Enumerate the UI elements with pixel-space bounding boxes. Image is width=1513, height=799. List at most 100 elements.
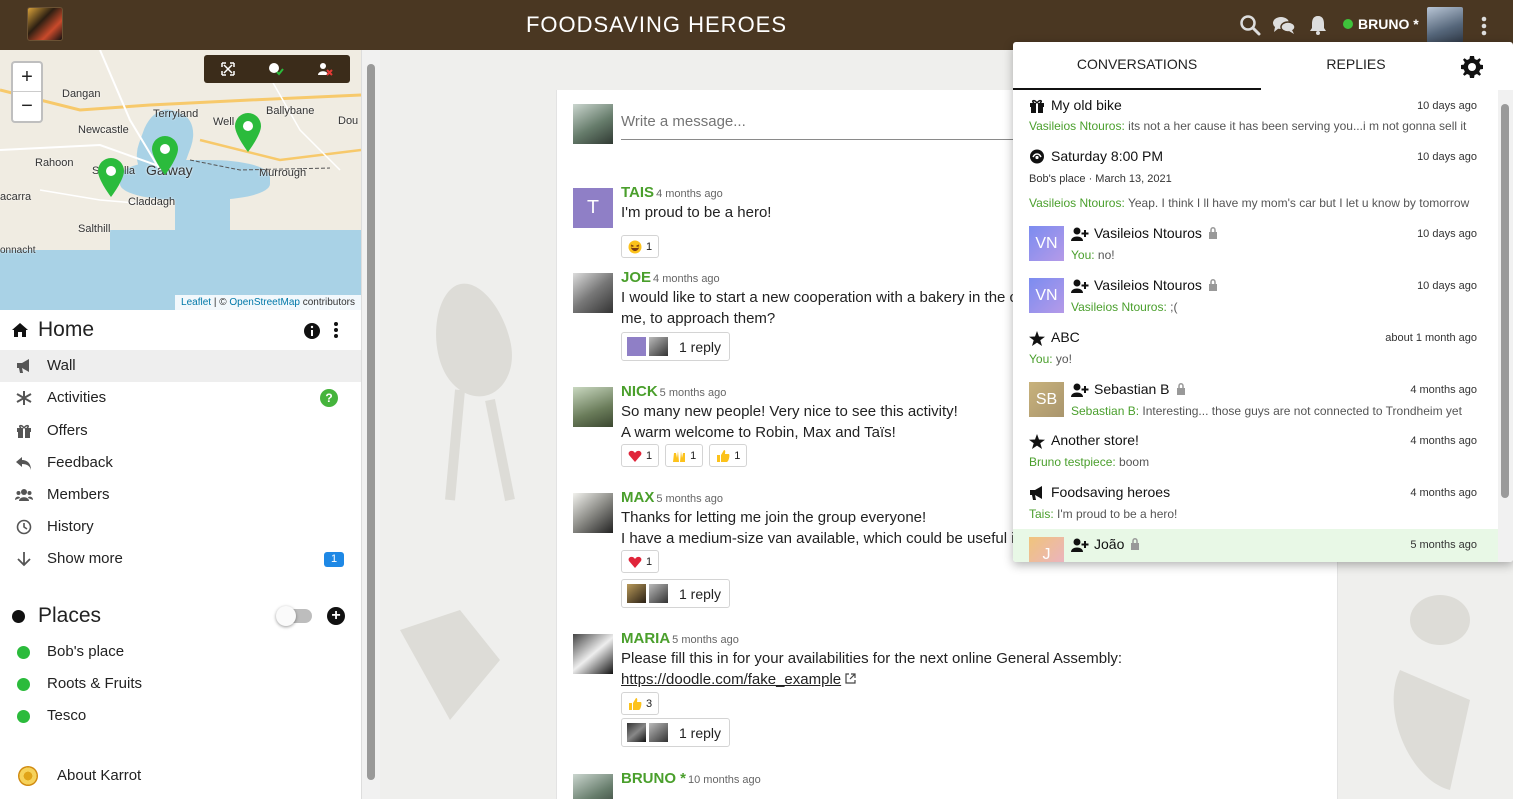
message-author[interactable]: BRUNO * xyxy=(621,770,686,787)
osm-link[interactable]: OpenStreetMap xyxy=(229,297,300,308)
conversation-item[interactable]: VN Vasileios Ntouros 10 days ago You: no… xyxy=(1013,218,1498,270)
sidebar-item-activities[interactable]: Activities ? xyxy=(0,382,361,414)
user-status[interactable]: BRUNO * xyxy=(1343,16,1419,32)
info-icon[interactable] xyxy=(303,322,321,340)
page-title: FOODSAVING HEROES xyxy=(525,12,788,37)
reaction-button[interactable]: 1 xyxy=(621,550,660,573)
place-status-dot xyxy=(17,710,30,723)
map-label: Dou xyxy=(338,115,359,127)
conversation-item[interactable]: Saturday 8:00 PM 10 days ago Bob's place… xyxy=(1013,141,1498,218)
conversation-item[interactable]: ABC about 1 month ago You: yo! xyxy=(1013,322,1498,374)
avatar[interactable] xyxy=(573,493,613,533)
reaction-button[interactable]: 1 xyxy=(709,444,748,467)
avatar[interactable]: T xyxy=(573,188,613,228)
message-author[interactable]: NICK xyxy=(621,383,658,400)
places-header[interactable]: Places + xyxy=(0,598,361,634)
conversation-item[interactable]: Foodsaving heroes 4 months ago Tais: I'm… xyxy=(1013,477,1498,529)
sidebar-item-label: Members xyxy=(47,486,110,503)
help-badge[interactable]: ? xyxy=(320,389,338,407)
avatar[interactable] xyxy=(573,387,613,427)
reaction-button[interactable]: 1 xyxy=(621,235,660,258)
map-label: Murrough xyxy=(259,167,307,179)
hide-members-icon[interactable] xyxy=(317,62,334,76)
conversation-preview: Tais: I'm proud to be a hero! xyxy=(1029,507,1178,521)
conversation-item[interactable]: My old bike 10 days ago Vasileios Ntouro… xyxy=(1013,90,1498,141)
message-time: 5 months ago xyxy=(659,387,727,399)
show-places-icon[interactable] xyxy=(268,62,284,76)
place-marker-icon[interactable] xyxy=(150,134,180,176)
sidebar-item-history[interactable]: History xyxy=(0,511,361,543)
lock-icon xyxy=(1131,538,1140,550)
show-all-places-toggle[interactable] xyxy=(276,606,312,626)
sidebar: Dangan Terryland Ballybane Newcastle Wel… xyxy=(0,50,361,799)
map-label: Claddagh xyxy=(128,196,176,208)
sidebar-item-members[interactable]: Members xyxy=(0,479,361,511)
thread-reply-button[interactable]: 1 reply xyxy=(621,579,731,608)
heart-emoji-icon xyxy=(628,450,642,462)
conversation-item[interactable]: VN Vasileios Ntouros 10 days ago Vasilei… xyxy=(1013,270,1498,322)
expand-icon[interactable] xyxy=(220,62,235,76)
zoom-out-button[interactable]: − xyxy=(13,92,41,121)
reaction-button[interactable]: 1 xyxy=(665,444,704,467)
message-time: 10 months ago xyxy=(688,774,761,786)
reaction-button[interactable]: 3 xyxy=(621,692,660,715)
sidebar-item-offers[interactable]: Offers xyxy=(0,415,361,447)
message-author[interactable]: MARIA xyxy=(621,630,670,647)
more-vert-icon[interactable] xyxy=(1476,15,1492,37)
conversation-item[interactable]: Another store! 4 months ago Bruno testpi… xyxy=(1013,425,1498,477)
message-meta: MAX 5 months ago xyxy=(621,489,723,506)
conversation-list: My old bike 10 days ago Vasileios Ntouro… xyxy=(1013,90,1498,562)
avatar xyxy=(627,723,646,742)
sidebar-item-place[interactable]: Tesco xyxy=(0,700,361,732)
place-marker-icon[interactable] xyxy=(233,111,263,153)
zoom-in-button[interactable]: + xyxy=(13,63,41,92)
search-icon[interactable] xyxy=(1239,14,1261,36)
home-header[interactable]: Home xyxy=(0,310,361,350)
sidebar-item-wall[interactable]: Wall xyxy=(0,350,361,382)
conversation-time: about 1 month ago xyxy=(1385,332,1477,344)
sidebar-item-show-more[interactable]: Show more 1 xyxy=(0,543,361,575)
reply-count: 1 reply xyxy=(679,724,722,741)
message-meta: JOE 4 months ago xyxy=(621,269,720,286)
conversation-title: Foodsaving heroes xyxy=(1051,484,1171,500)
conversation-item[interactable]: SB Sebastian B 4 months ago Sebastian B:… xyxy=(1013,374,1498,425)
message-author[interactable]: TAIS xyxy=(621,184,654,201)
sidebar-item-feedback[interactable]: Feedback xyxy=(0,447,361,479)
gear-icon[interactable] xyxy=(1460,55,1484,79)
thread-reply-button[interactable]: 1 reply xyxy=(621,718,731,747)
avatar[interactable] xyxy=(573,634,613,674)
bell-icon[interactable] xyxy=(1307,14,1329,36)
gift-icon xyxy=(1030,99,1044,113)
tab-conversations[interactable]: CONVERSATIONS xyxy=(1013,42,1261,90)
arrow-down-icon xyxy=(17,552,31,567)
thumbs-up-emoji-icon xyxy=(629,697,642,710)
conversation-title: Sebastian B xyxy=(1094,381,1186,397)
add-place-icon[interactable]: + xyxy=(327,607,345,625)
more-vert-icon[interactable] xyxy=(331,321,341,339)
group-map[interactable]: Dangan Terryland Ballybane Newcastle Wel… xyxy=(0,50,361,310)
avatar[interactable] xyxy=(1427,7,1463,43)
map-label: Dangan xyxy=(62,88,101,100)
thread-reply-button[interactable]: 1 reply xyxy=(621,332,731,361)
sidebar-item-place[interactable]: Bob's place xyxy=(0,636,361,668)
tab-replies[interactable]: REPLIES xyxy=(1261,42,1451,90)
avatar[interactable] xyxy=(573,774,613,799)
avatar xyxy=(649,723,668,742)
map-label: Terryland xyxy=(153,108,199,120)
conversations-icon[interactable] xyxy=(1272,14,1296,36)
place-marker-icon[interactable] xyxy=(96,156,126,198)
about-karrot-link[interactable]: About Karrot xyxy=(0,760,361,792)
message-author[interactable]: MAX xyxy=(621,489,654,506)
reply-count: 1 reply xyxy=(679,585,722,602)
leaflet-link[interactable]: Leaflet xyxy=(181,297,211,308)
sidebar-item-place[interactable]: Roots & Fruits xyxy=(0,668,361,700)
users-icon xyxy=(15,489,33,501)
sidebar-scrollbar[interactable] xyxy=(361,50,380,799)
message-author[interactable]: JOE xyxy=(621,269,651,286)
map-label: Newcastle xyxy=(78,124,129,136)
reaction-button[interactable]: 1 xyxy=(621,444,660,467)
conversations-scrollbar[interactable] xyxy=(1498,90,1513,562)
conversation-item[interactable]: J João 5 months ago xyxy=(1013,529,1498,562)
message-link[interactable]: https://doodle.com/fake_example xyxy=(621,671,841,688)
avatar[interactable] xyxy=(573,273,613,313)
